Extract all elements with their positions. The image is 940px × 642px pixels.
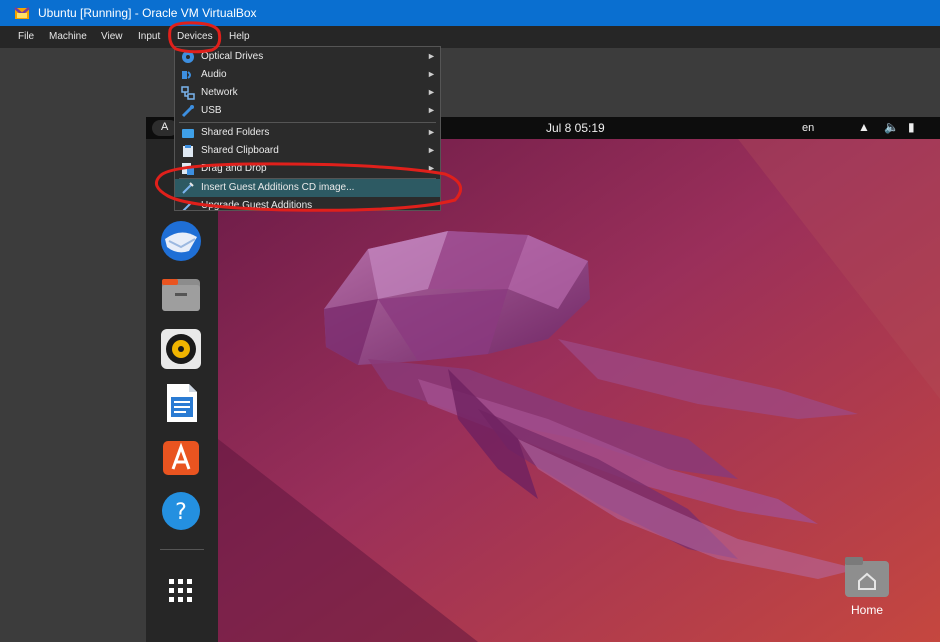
shared-clipboard-icon bbox=[183, 145, 193, 157]
menu-file[interactable]: File bbox=[18, 31, 34, 42]
menu-input[interactable]: Input bbox=[138, 31, 160, 42]
vm-menubar: File Machine View Input Devices Help bbox=[0, 26, 940, 48]
clock[interactable]: Jul 8 05:19 bbox=[546, 121, 605, 135]
home-folder-icon bbox=[845, 557, 889, 597]
usb-icon bbox=[181, 105, 194, 118]
menu-help[interactable]: Help bbox=[229, 31, 250, 42]
menu-item-optical-drives[interactable]: Optical Drives ► bbox=[175, 48, 440, 66]
menu-item-drag-and-drop[interactable]: Drag and Drop ► bbox=[175, 160, 440, 178]
chevron-right-icon: ► bbox=[427, 163, 436, 173]
libreoffice-writer-icon[interactable] bbox=[159, 381, 203, 425]
audio-icon bbox=[182, 71, 191, 79]
network-icon[interactable]: ▲ bbox=[858, 120, 870, 134]
menu-item-insert-guest-additions[interactable]: Insert Guest Additions CD image... bbox=[175, 179, 440, 197]
menu-item-upgrade-guest-additions[interactable]: Upgrade Guest Additions bbox=[175, 197, 440, 210]
menu-separator bbox=[179, 122, 436, 123]
menu-item-shared-clipboard[interactable]: Shared Clipboard ► bbox=[175, 142, 440, 160]
volume-icon[interactable]: 🔈 bbox=[884, 120, 899, 134]
help-icon[interactable]: ? bbox=[159, 489, 203, 533]
menu-item-usb[interactable]: USB ► bbox=[175, 102, 440, 120]
menu-machine[interactable]: Machine bbox=[49, 31, 87, 42]
cd-insert-icon bbox=[182, 182, 194, 194]
drag-drop-icon bbox=[182, 163, 194, 175]
svg-text:?: ? bbox=[175, 500, 187, 525]
show-apps-icon[interactable] bbox=[159, 569, 203, 613]
menu-view[interactable]: View bbox=[101, 31, 123, 42]
menu-item-audio[interactable]: Audio ► bbox=[175, 66, 440, 84]
rhythmbox-icon[interactable] bbox=[159, 327, 203, 371]
network-icon bbox=[181, 86, 195, 100]
input-language-indicator[interactable]: en​ bbox=[802, 122, 814, 134]
window-titlebar: Ubuntu [Running] - Oracle VM VirtualBox bbox=[0, 0, 940, 26]
menu-item-shared-folders[interactable]: Shared Folders ► bbox=[175, 124, 440, 142]
chevron-right-icon: ► bbox=[427, 87, 436, 97]
ubuntu-dock: ? bbox=[146, 139, 218, 642]
chevron-right-icon: ► bbox=[427, 127, 436, 137]
upgrade-icon bbox=[182, 202, 192, 210]
desktop-wallpaper bbox=[218, 139, 940, 642]
chevron-right-icon: ► bbox=[427, 51, 436, 61]
thunderbird-icon[interactable] bbox=[159, 219, 203, 263]
window-title: Ubuntu [Running] - Oracle VM VirtualBox bbox=[38, 6, 257, 20]
chevron-right-icon: ► bbox=[427, 145, 436, 155]
chevron-right-icon: ► bbox=[427, 105, 436, 115]
desktop-home-folder[interactable]: Home bbox=[839, 549, 895, 621]
menu-item-network[interactable]: Network ► bbox=[175, 84, 440, 102]
files-icon[interactable] bbox=[159, 273, 203, 317]
battery-icon[interactable]: ▮ bbox=[908, 120, 915, 134]
devices-menu: Optical Drives ► Audio ► Network ► USB ►… bbox=[174, 46, 441, 211]
dock-divider bbox=[160, 549, 204, 550]
app-center-icon[interactable] bbox=[159, 435, 203, 479]
home-folder-label: Home bbox=[850, 603, 883, 617]
virtualbox-icon bbox=[14, 7, 30, 19]
menu-devices[interactable]: Devices bbox=[177, 31, 213, 42]
chevron-right-icon: ► bbox=[427, 69, 436, 79]
shared-folders-icon bbox=[182, 129, 194, 138]
optical-drive-icon bbox=[182, 51, 194, 63]
